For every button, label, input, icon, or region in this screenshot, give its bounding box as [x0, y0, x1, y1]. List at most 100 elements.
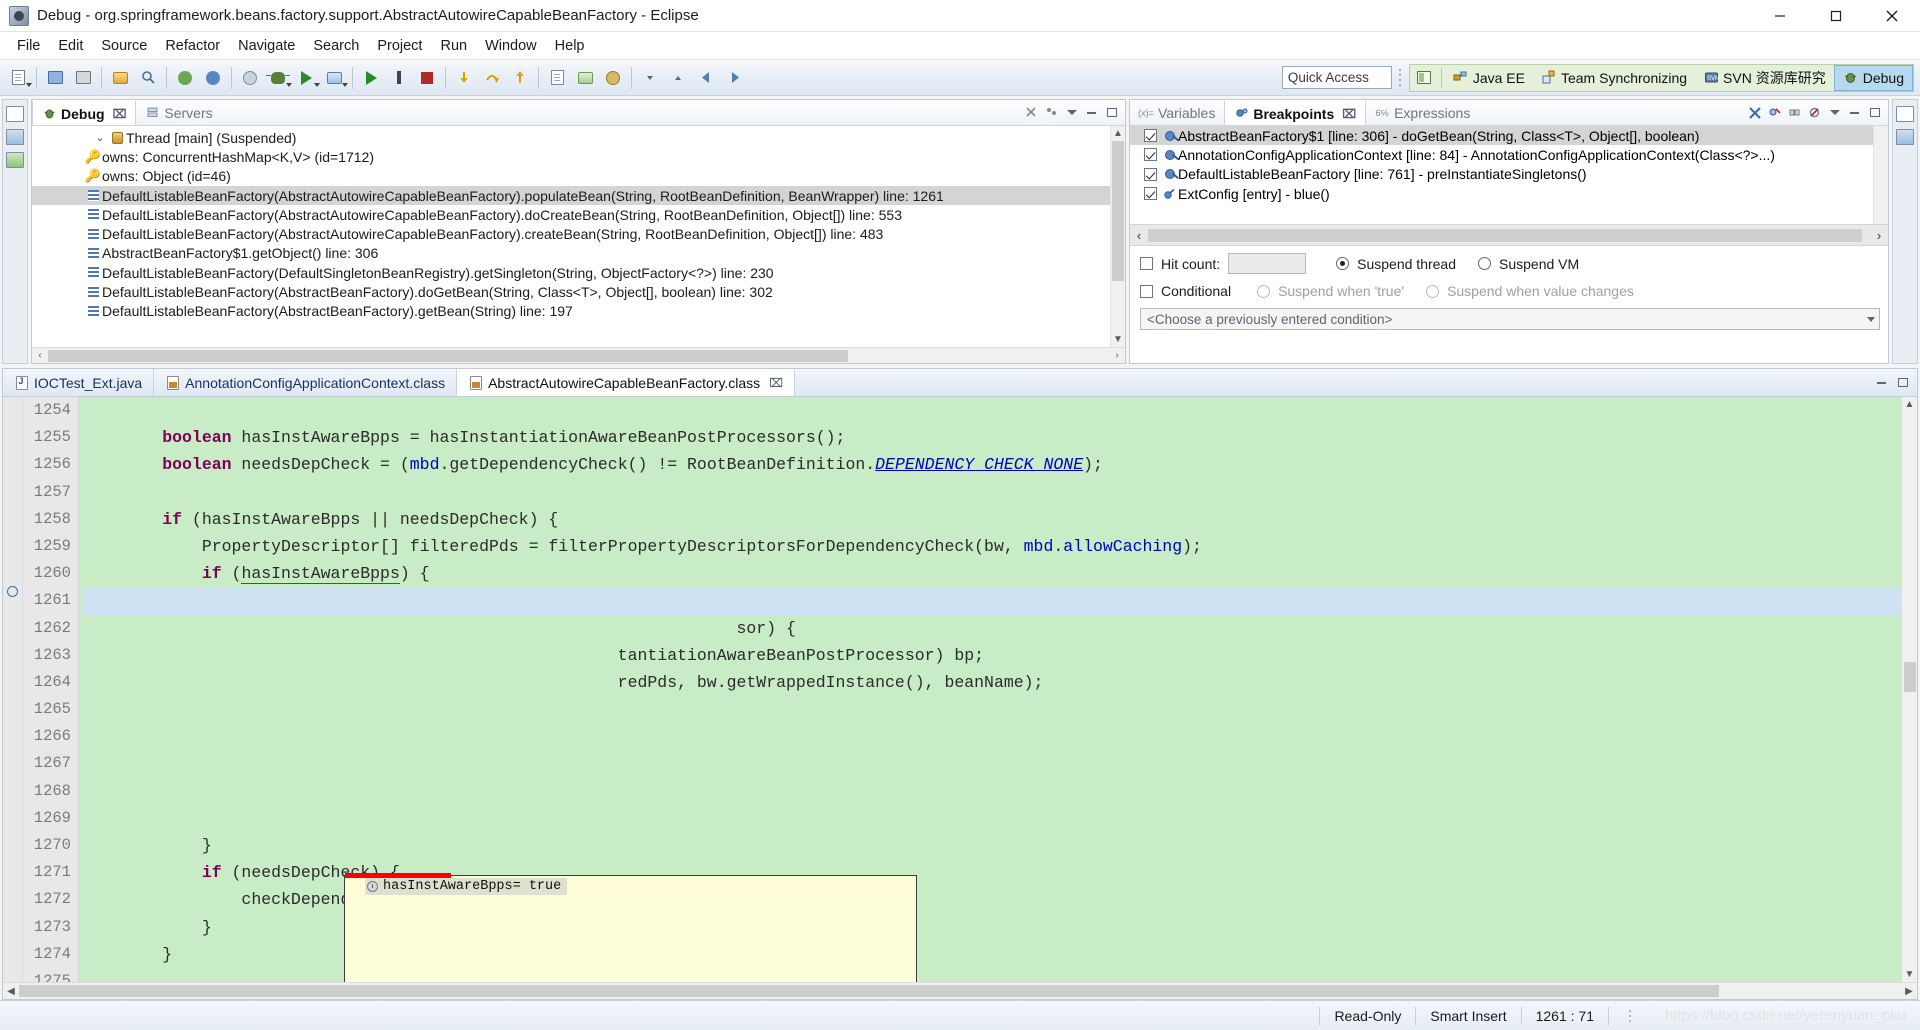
- breakpoints-list[interactable]: AbstractBeanFactory$1 [line: 306] - doGe…: [1130, 126, 1888, 224]
- tree-item-stack-frame[interactable]: DefaultListableBeanFactory(AbstractBeanF…: [32, 302, 1110, 321]
- close-icon[interactable]: ⌧: [113, 107, 127, 121]
- debug-stack-tree[interactable]: ⌄ Thread [main] (Suspended) 🔑 owns: Conc…: [32, 126, 1110, 347]
- tab-breakpoints[interactable]: Breakpoints ⌧: [1224, 100, 1367, 125]
- menu-navigate[interactable]: Navigate: [229, 35, 304, 57]
- breakpoint-item[interactable]: ExtConfig [entry] - blue(): [1130, 184, 1873, 203]
- hit-count-input[interactable]: [1228, 253, 1307, 274]
- maximize-view-icon[interactable]: [1104, 105, 1119, 120]
- step-return-icon[interactable]: [507, 65, 533, 91]
- tab-expressions[interactable]: 6℅ Expressions: [1366, 100, 1479, 125]
- skip-breakpoints-icon[interactable]: [237, 65, 263, 91]
- minimize-view-icon[interactable]: [1084, 105, 1099, 120]
- menu-help[interactable]: Help: [546, 35, 594, 57]
- chevron-down-icon[interactable]: [1064, 105, 1079, 120]
- menu-search[interactable]: Search: [304, 35, 368, 57]
- tab-servers[interactable]: Servers: [136, 100, 221, 125]
- marker-column[interactable]: [3, 397, 23, 982]
- tree-item-thread[interactable]: ⌄ Thread [main] (Suspended): [32, 128, 1110, 147]
- scroll-right-icon[interactable]: ›: [1109, 350, 1125, 361]
- new-class-icon[interactable]: [600, 65, 626, 91]
- scroll-down-icon[interactable]: ▼: [1905, 967, 1915, 982]
- close-icon[interactable]: ⌧: [1342, 107, 1356, 121]
- suspend-vm-radio[interactable]: [1478, 257, 1491, 270]
- quick-access-input[interactable]: Quick Access: [1281, 66, 1392, 89]
- external-tools-icon[interactable]: [321, 65, 348, 91]
- remove-all-breakpoints-icon[interactable]: [1767, 105, 1782, 120]
- status-resize-handle[interactable]: [1623, 1009, 1637, 1022]
- maximize-view-icon[interactable]: [1867, 105, 1882, 120]
- breakpoints-horizontal-scrollbar[interactable]: ‹ ›: [1130, 224, 1888, 246]
- menu-refactor[interactable]: Refactor: [156, 35, 229, 57]
- breakpoint-checkbox[interactable]: [1144, 167, 1157, 181]
- resume-icon[interactable]: [358, 65, 384, 91]
- perspective-team-synchronizing[interactable]: Team Synchronizing: [1533, 65, 1695, 91]
- suspend-icon[interactable]: [386, 65, 412, 91]
- search-icon[interactable]: [135, 65, 161, 91]
- minimize-view-icon[interactable]: [1847, 105, 1862, 120]
- scroll-left-icon[interactable]: ‹: [1130, 228, 1148, 243]
- breakpoints-vertical-scrollbar[interactable]: [1873, 126, 1888, 224]
- breakpoint-item[interactable]: AbstractBeanFactory$1 [line: 306] - doGe…: [1130, 126, 1873, 146]
- editor-vertical-scrollbar[interactable]: ▲ ▼: [1902, 397, 1917, 982]
- view-menu-icon[interactable]: [1044, 105, 1059, 120]
- tree-item-monitor[interactable]: 🔑 owns: ConcurrentHashMap<K,V> (id=1712): [32, 147, 1110, 166]
- scroll-left-icon[interactable]: ‹: [32, 350, 48, 361]
- tree-item-monitor[interactable]: 🔑 owns: Object (id=46): [32, 167, 1110, 186]
- scroll-down-icon[interactable]: ▼: [1113, 332, 1123, 347]
- remove-breakpoint-icon[interactable]: [1747, 105, 1762, 120]
- suspend-thread-radio[interactable]: [1336, 257, 1350, 270]
- toolbar-drag-handle[interactable]: [1396, 66, 1405, 90]
- run-icon[interactable]: [293, 65, 320, 91]
- scroll-up-icon[interactable]: ▲: [1905, 397, 1915, 412]
- open-type-icon[interactable]: [172, 65, 198, 91]
- breakpoint-item[interactable]: DefaultListableBeanFactory [line: 761] -…: [1130, 165, 1873, 184]
- restore-view-icon[interactable]: [1896, 106, 1914, 122]
- breakpoint-checkbox[interactable]: [1144, 129, 1157, 143]
- menu-window[interactable]: Window: [476, 35, 546, 57]
- maximize-editor-icon[interactable]: [1895, 375, 1910, 390]
- chevron-down-icon[interactable]: [1867, 316, 1875, 322]
- scroll-left-icon[interactable]: ◀: [3, 986, 19, 997]
- hit-count-checkbox[interactable]: [1140, 257, 1153, 270]
- back-icon[interactable]: [693, 65, 719, 91]
- tree-item-stack-frame[interactable]: DefaultListableBeanFactory(AbstractAutow…: [32, 205, 1110, 224]
- new-icon[interactable]: [5, 65, 32, 91]
- scroll-right-icon[interactable]: ▶: [1901, 986, 1917, 997]
- breakpoint-checkbox[interactable]: [1144, 148, 1157, 162]
- editor-horizontal-scrollbar[interactable]: ◀ ▶: [3, 982, 1917, 999]
- minimize-button[interactable]: [1752, 0, 1808, 32]
- save-icon[interactable]: [42, 65, 68, 91]
- link-with-debug-view-icon[interactable]: [1787, 105, 1802, 120]
- previous-annotation-icon[interactable]: [665, 65, 691, 91]
- editor-tab-ioctest[interactable]: IOCTest_Ext.java: [3, 369, 155, 396]
- step-into-icon[interactable]: [451, 65, 477, 91]
- menu-source[interactable]: Source: [92, 35, 156, 57]
- editor-tab-annotationconfig[interactable]: AnnotationConfigApplicationContext.class: [154, 369, 458, 396]
- tree-item-stack-frame[interactable]: DefaultListableBeanFactory(DefaultSingle…: [32, 263, 1110, 282]
- package-explorer-fastview-icon[interactable]: [6, 129, 24, 145]
- tab-debug[interactable]: Debug ⌧: [32, 100, 137, 125]
- next-annotation-icon[interactable]: [637, 65, 663, 91]
- suspend-when-value-changes-radio[interactable]: [1426, 284, 1440, 298]
- print-icon[interactable]: [70, 65, 96, 91]
- debug-tree-horizontal-scrollbar[interactable]: ‹ ›: [32, 347, 1125, 363]
- new-java-project-icon[interactable]: [544, 65, 570, 91]
- outline-fastview-icon[interactable]: [1896, 129, 1914, 145]
- skip-all-breakpoints-icon[interactable]: [1807, 105, 1822, 120]
- remove-all-terminated-icon[interactable]: [1024, 105, 1039, 120]
- scroll-right-icon[interactable]: ›: [1870, 228, 1888, 243]
- close-icon[interactable]: ⌧: [769, 376, 783, 390]
- forward-icon[interactable]: [721, 65, 747, 91]
- terminate-icon[interactable]: [414, 65, 440, 91]
- chevron-down-icon[interactable]: [1827, 105, 1842, 120]
- current-line-breakpoint-icon[interactable]: [7, 586, 18, 597]
- new-package-icon[interactable]: [572, 65, 598, 91]
- tab-variables[interactable]: (x)= Variables: [1130, 100, 1224, 125]
- suspend-when-true-radio[interactable]: [1257, 284, 1271, 298]
- toggle-breakpoint-icon[interactable]: [200, 65, 226, 91]
- menu-file[interactable]: File: [8, 35, 49, 57]
- breakpoint-item[interactable]: AnnotationConfigApplicationContext [line…: [1130, 145, 1873, 164]
- debug-tree-vertical-scrollbar[interactable]: ▲ ▼: [1110, 126, 1125, 347]
- restore-view-icon[interactable]: [6, 106, 24, 122]
- perspective-java-ee[interactable]: Java EE: [1445, 65, 1533, 91]
